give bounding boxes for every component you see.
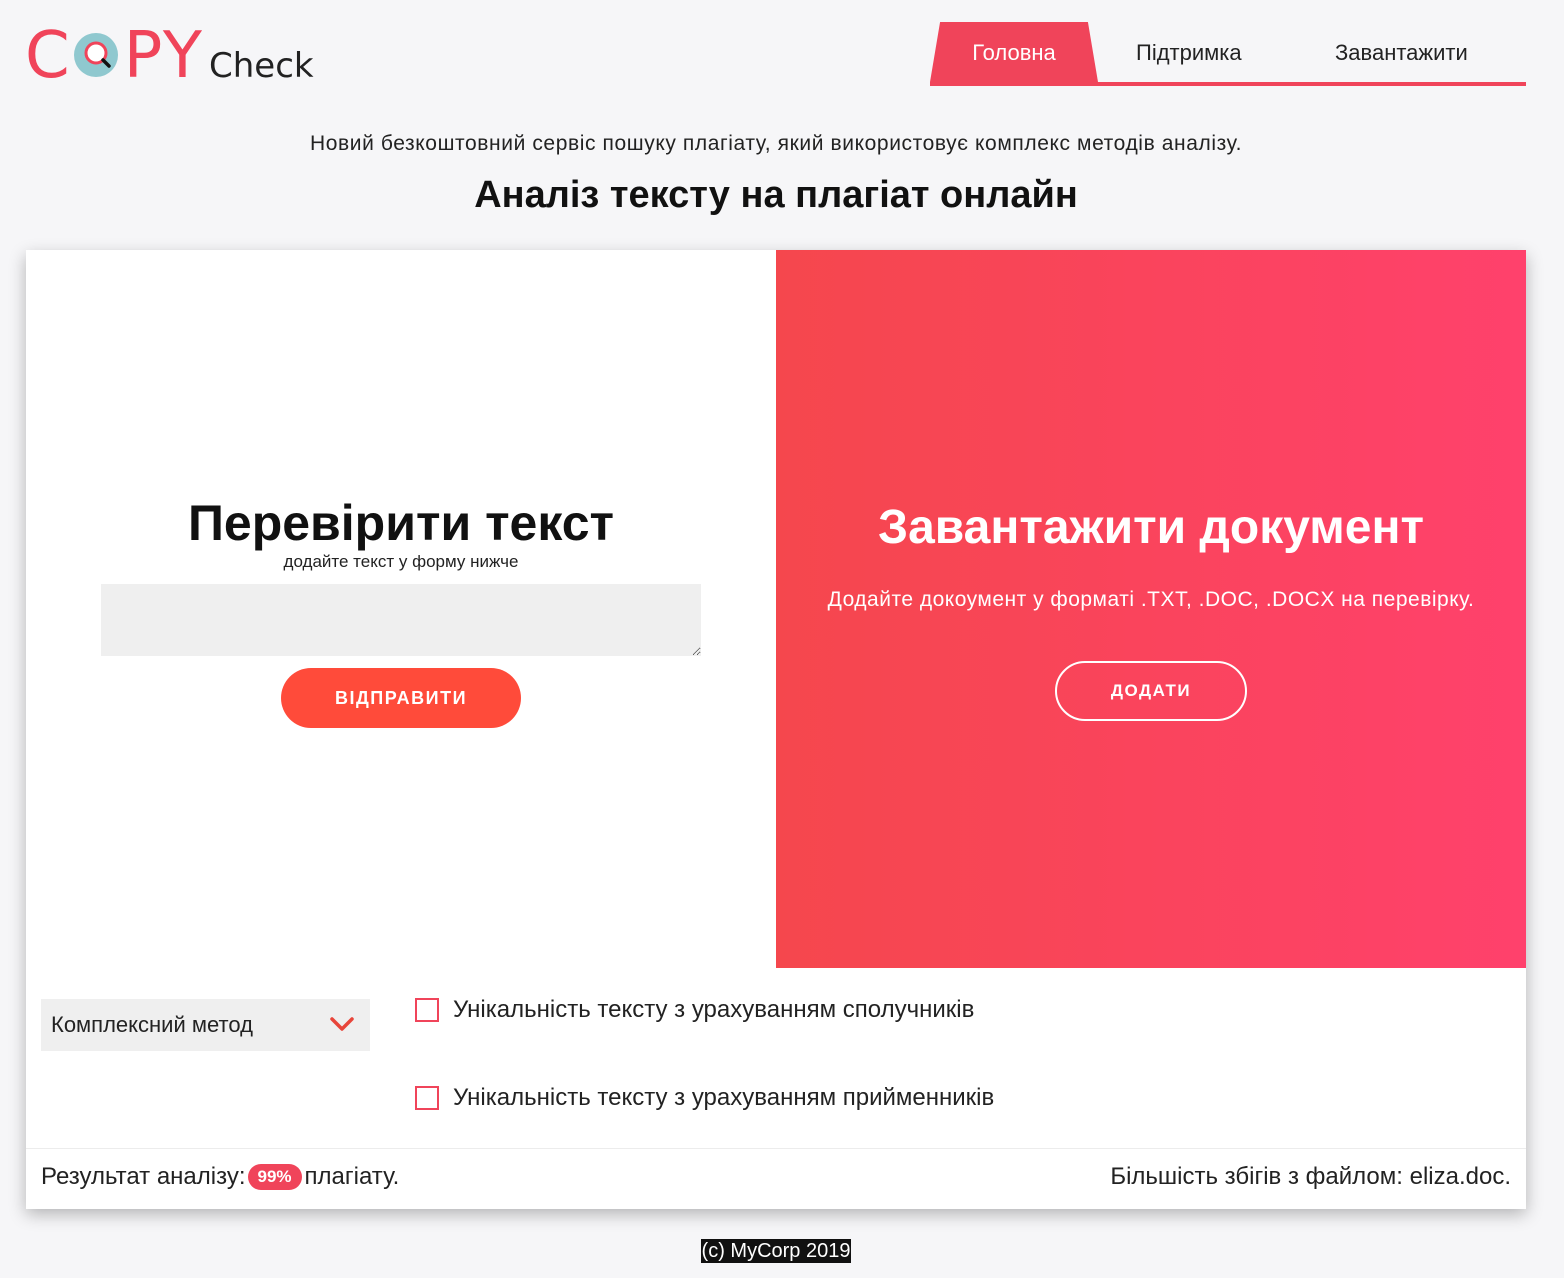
upload-panel: Завантажити документ Додайте докоумент у…: [776, 250, 1526, 968]
checkbox-conjunctions-label[interactable]: Унікальність тексту з урахуванням сполуч…: [453, 996, 974, 1024]
method-select-value: Комплексний метод: [51, 1012, 253, 1037]
checkbox-prepositions-label[interactable]: Унікальність тексту з урахуванням прийме…: [453, 1084, 994, 1112]
footer: (c) MyCorp 2019: [0, 1239, 1552, 1263]
add-document-button[interactable]: ДОДАТИ: [1055, 661, 1247, 721]
upload-title: Завантажити документ: [878, 501, 1424, 554]
result-match-file: Більшість збігів з файлом: eliza.doc.: [1110, 1163, 1511, 1190]
result-summary: Результат аналізу: 99% плагіату.: [41, 1163, 399, 1191]
main-nav: Головна Підтримка Завантажити: [930, 22, 1526, 86]
checkbox-conjunctions-box[interactable]: [415, 998, 439, 1022]
plagiarism-percent-badge: 99%: [247, 1164, 302, 1190]
nav-support[interactable]: Підтримка: [1136, 22, 1242, 82]
logo-letter-c: C: [25, 19, 72, 93]
check-text-panel: Перевірити текст додайте текст у форму н…: [26, 250, 776, 968]
submit-button[interactable]: ВІДПРАВИТИ: [281, 668, 521, 728]
result-bar: Результат аналізу: 99% плагіату. Більшість…: [26, 1148, 1526, 1209]
checkbox-prepositions-box[interactable]: [415, 1086, 439, 1110]
main-card: Перевірити текст додайте текст у форму н…: [26, 250, 1526, 1209]
upload-hint: Додайте докоумент у форматі .TXT, .DOC, …: [827, 588, 1475, 611]
copyright: (c) MyCorp 2019: [700, 1239, 852, 1263]
result-suffix: плагіату.: [304, 1163, 400, 1190]
check-text-hint: додайте текст у форму нижче: [283, 552, 519, 571]
chevron-down-icon: [330, 1017, 354, 1031]
logo-check-text: Check: [209, 46, 314, 86]
text-input[interactable]: [101, 584, 701, 656]
magnifier-icon: [72, 24, 124, 88]
logo-letters-py: PY: [123, 19, 204, 93]
page-title: Аналіз тексту на плагіат онлайн: [474, 174, 1078, 216]
nav-download[interactable]: Завантажити: [1335, 22, 1468, 82]
result-prefix: Результат аналізу:: [41, 1163, 246, 1190]
nav-home[interactable]: Головна: [930, 22, 1098, 82]
method-select[interactable]: Комплексний метод: [41, 999, 370, 1051]
page-subtitle: Новий безкоштовний сервіс пошуку плагіат…: [309, 132, 1243, 155]
check-text-title: Перевірити текст: [187, 495, 615, 551]
nav-underline: [930, 82, 1526, 86]
